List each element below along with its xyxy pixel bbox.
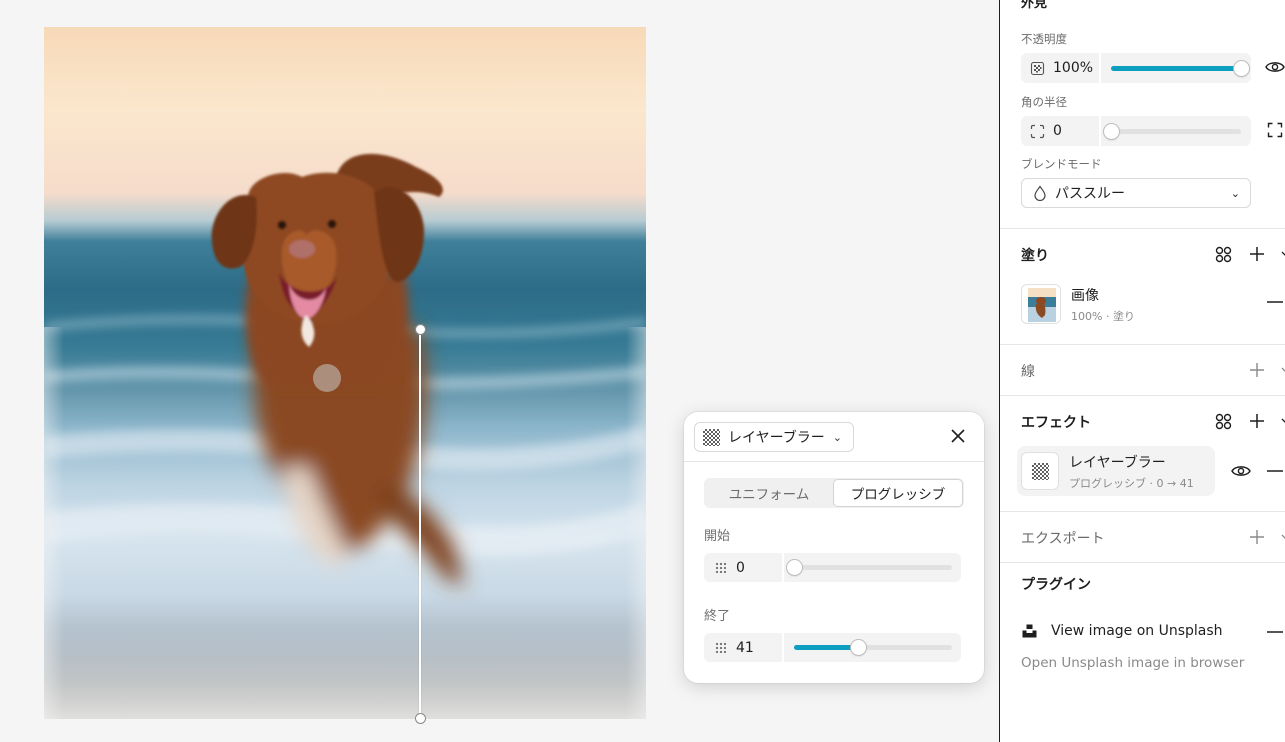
corner-radius-label: 角の半径: [1021, 95, 1067, 109]
fill-section-title: 塗り: [1021, 248, 1049, 264]
eye-icon[interactable]: [1231, 461, 1251, 481]
plus-icon[interactable]: [1247, 411, 1267, 431]
plus-icon[interactable]: [1247, 360, 1267, 380]
opacity-icon[interactable]: [1030, 61, 1045, 76]
fill-image-item[interactable]: 画像 100% · 塗り: [1021, 284, 1135, 324]
blur-end-handle[interactable]: [415, 713, 426, 724]
effect-item-text: レイヤーブラー プログレッシブ · 0 → 41: [1069, 452, 1194, 491]
blend-mode-label: ブレンドモード: [1021, 157, 1102, 171]
effect-item-subtitle: プログレッシブ · 0 → 41: [1069, 476, 1194, 490]
independent-corners-icon[interactable]: [1265, 120, 1285, 140]
opacity-label: 不透明度: [1021, 32, 1067, 46]
progressive-blur-guide[interactable]: [419, 329, 421, 719]
start-number-field[interactable]: 0: [704, 553, 784, 582]
end-slider-row: 41: [704, 633, 961, 662]
section-divider: [1000, 562, 1285, 563]
opacity-control: 100%: [1021, 53, 1251, 83]
tab-progressive[interactable]: プログレッシブ: [833, 479, 963, 507]
fill-section-actions: [1213, 244, 1285, 264]
blend-mode-value: パススルー: [1055, 186, 1125, 202]
blur-start-handle[interactable]: [415, 324, 426, 335]
blur-checker-icon: [703, 428, 720, 446]
fill-item-subtitle: 100% · 塗り: [1071, 309, 1135, 323]
styles-grid-icon[interactable]: [1213, 411, 1233, 431]
layer-blur-thumbnail: [1021, 452, 1059, 490]
canvas-center-indicator: [313, 364, 341, 392]
fill-image-thumbnail[interactable]: [1021, 284, 1061, 324]
end-label: 終了: [704, 609, 731, 624]
plugins-section-title: プラグイン: [1021, 577, 1091, 593]
plugin-name: View image on Unsplash: [1051, 623, 1223, 639]
effect-item-title: レイヤーブラー: [1069, 454, 1166, 471]
layer-blur-effect-item[interactable]: レイヤーブラー プログレッシブ · 0 → 41: [1017, 446, 1215, 496]
styles-grid-icon[interactable]: [1213, 244, 1233, 264]
chevron-down-icon[interactable]: [1281, 360, 1285, 380]
plus-icon[interactable]: [1247, 527, 1267, 547]
start-label: 開始: [704, 529, 731, 544]
start-slider-thumb[interactable]: [786, 560, 802, 575]
corner-radius-icon[interactable]: [1030, 124, 1045, 139]
corner-radius-value: 0: [1053, 123, 1062, 139]
export-section-actions: [1247, 527, 1285, 547]
section-divider: [1000, 395, 1285, 396]
opacity-slider-fill: [1111, 66, 1241, 71]
start-slider-row: 0: [704, 553, 961, 582]
image-frame[interactable]: [38, 27, 652, 725]
plugin-item[interactable]: View image on Unsplash: [1021, 623, 1223, 639]
minus-icon[interactable]: [1265, 622, 1285, 642]
minus-icon[interactable]: [1265, 461, 1285, 481]
close-icon[interactable]: [948, 426, 968, 446]
appearance-section-title: 外見: [1021, 0, 1048, 11]
blur-checker-icon: [1031, 462, 1049, 480]
effect-type-select[interactable]: レイヤーブラー ⌄: [694, 422, 854, 452]
corner-radius-control: 0: [1021, 116, 1251, 146]
effects-section-title: エフェクト: [1021, 415, 1091, 431]
chevron-down-icon: ⌄: [1230, 187, 1240, 200]
chevron-down-icon[interactable]: [1281, 244, 1285, 264]
end-slider-track[interactable]: [794, 640, 952, 655]
end-number-field[interactable]: 41: [704, 633, 784, 662]
end-slider-thumb[interactable]: [851, 640, 867, 655]
layer-blur-popover: レイヤーブラー ⌄ ユニフォーム プログレッシブ 開始 0 終了 41: [684, 412, 984, 683]
end-value: 41: [736, 639, 754, 656]
fill-item-title: 画像: [1071, 287, 1099, 304]
opacity-value: 100%: [1053, 60, 1094, 76]
export-section-title: エクスポート: [1021, 531, 1105, 547]
opacity-number-field[interactable]: 100%: [1021, 53, 1101, 83]
photo-edge-fade-bottom: [44, 625, 646, 725]
chevron-down-icon: ⌄: [832, 430, 842, 444]
corner-radius-slider-thumb[interactable]: [1103, 124, 1119, 139]
minus-icon[interactable]: [1265, 292, 1285, 312]
eye-icon[interactable]: [1265, 57, 1285, 77]
start-slider-track[interactable]: [786, 560, 952, 575]
tab-uniform[interactable]: ユニフォーム: [705, 479, 833, 507]
opacity-slider-track[interactable]: [1111, 61, 1249, 76]
unsplash-logo-icon: [1021, 623, 1037, 639]
popover-header: レイヤーブラー ⌄: [684, 412, 984, 462]
section-divider: [1000, 344, 1285, 345]
plus-icon[interactable]: [1247, 244, 1267, 264]
drag-grip-icon[interactable]: [715, 642, 726, 653]
drop-icon: [1032, 185, 1047, 201]
properties-panel: 外見 不透明度 100% 角の半径 0 ブレンドモード パススルー ⌄ 塗り 画…: [999, 0, 1285, 742]
section-divider: [1000, 511, 1285, 512]
plugin-description: Open Unsplash image in browser: [1021, 655, 1245, 671]
start-value: 0: [736, 559, 745, 576]
drag-grip-icon[interactable]: [715, 562, 726, 573]
chevron-down-icon[interactable]: [1281, 527, 1285, 547]
effects-section-actions: [1213, 411, 1285, 431]
section-divider: [1000, 228, 1285, 229]
stroke-section-actions: [1247, 360, 1285, 380]
opacity-slider-thumb[interactable]: [1233, 61, 1249, 76]
corner-radius-number-field[interactable]: 0: [1021, 116, 1101, 146]
chevron-down-icon[interactable]: [1281, 411, 1285, 431]
end-slider-fill: [794, 645, 859, 650]
corner-radius-slider-track[interactable]: [1103, 124, 1241, 139]
stroke-section-title: 線: [1021, 364, 1035, 380]
fill-item-text: 画像 100% · 塗り: [1071, 285, 1135, 324]
blur-mode-segmented-control: ユニフォーム プログレッシブ: [704, 478, 964, 508]
blend-mode-select[interactable]: パススルー ⌄: [1021, 178, 1251, 208]
dog-figure: [44, 153, 646, 587]
effect-type-label: レイヤーブラー: [728, 430, 825, 446]
